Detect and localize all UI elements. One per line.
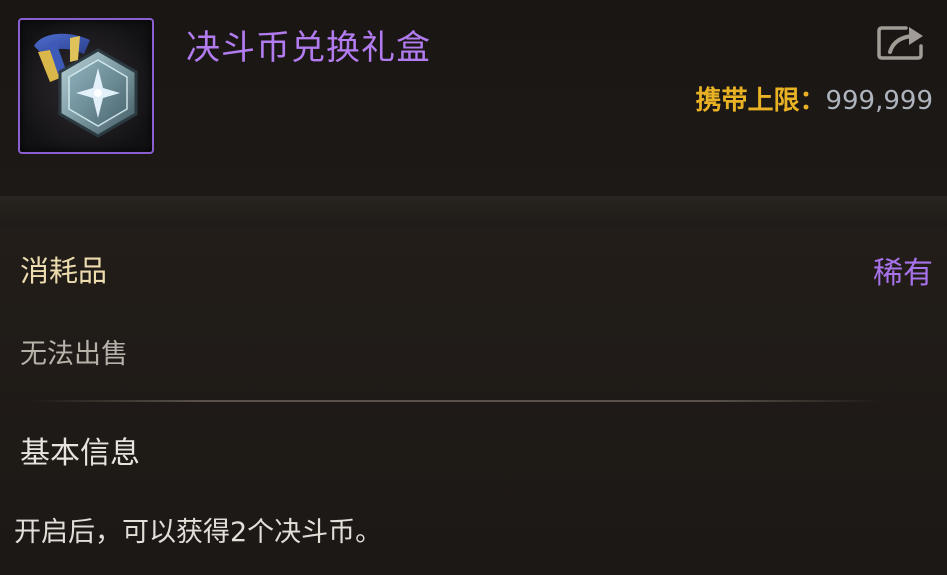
item-icon-frame xyxy=(18,18,154,154)
share-button[interactable] xyxy=(876,24,926,62)
carry-limit: 携带上限：999,999 xyxy=(695,80,933,117)
hexagon-medal-icon xyxy=(34,33,138,138)
sell-status: 无法出售 xyxy=(20,339,128,370)
carry-limit-colon: ： xyxy=(799,86,826,116)
item-name: 决斗币兑换礼盒 xyxy=(186,28,431,68)
carry-limit-label: 携带上限 xyxy=(695,86,800,116)
item-type: 消耗品 xyxy=(20,254,108,288)
carry-limit-value: 999,999 xyxy=(825,86,933,116)
item-tooltip: 决斗币兑换礼盒 携带上限：999,999 消耗品 稀有 无法出售 基本信息 开启… xyxy=(0,0,947,575)
section-divider xyxy=(30,400,880,402)
basic-info-title: 基本信息 xyxy=(20,436,140,471)
item-description: 开启后，可以获得2个决斗币。 xyxy=(14,517,383,548)
item-rarity: 稀有 xyxy=(873,256,933,291)
share-export-icon xyxy=(877,26,923,60)
header-separator xyxy=(0,196,947,226)
